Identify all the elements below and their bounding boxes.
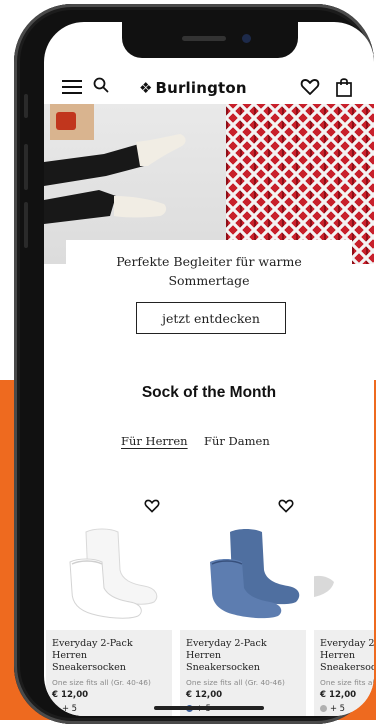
phone-frame: ❖ Burlington Perfekte Begleiter für warm… xyxy=(14,4,374,724)
product-card[interactable]: Everyday 2-Pack Herren Sneakersocken One… xyxy=(46,492,172,716)
product-info: Everyday 2-Pack Herren Sneakersocken One… xyxy=(46,630,172,716)
phone-volume-up xyxy=(24,144,28,190)
product-image xyxy=(180,492,306,628)
wishlist-heart-icon[interactable] xyxy=(300,77,320,97)
hamburger-menu-icon[interactable] xyxy=(62,80,82,94)
favorite-heart-icon[interactable] xyxy=(278,498,294,514)
product-name-line1: Everyday 2-Pack xyxy=(52,638,133,649)
color-swatch[interactable] xyxy=(320,705,327,712)
tab-herren[interactable]: Für Herren xyxy=(121,434,188,448)
phone-notch xyxy=(122,22,298,58)
front-camera xyxy=(242,34,251,43)
promo-box: Perfekte Begleiter für warme Sommertage … xyxy=(66,240,352,360)
search-icon[interactable] xyxy=(92,76,110,94)
product-size: One size fits all (Gr. 40-46) xyxy=(320,678,374,687)
product-name-line1: Everyday 2-Pack xyxy=(320,638,374,649)
product-name-line1: Everyday 2-Pack xyxy=(186,638,267,649)
favorite-heart-icon[interactable] xyxy=(144,498,160,514)
section-title: Sock of the Month xyxy=(141,384,277,401)
brand-name: Burlington xyxy=(155,79,247,97)
site-header: ❖ Burlington xyxy=(44,70,374,106)
product-price: € 12,00 xyxy=(52,690,89,700)
promo-text-line1: Perfekte Begleiter für warme xyxy=(116,254,302,269)
phone-mute-switch xyxy=(24,94,28,118)
product-info: Everyday 2-Pack Herren Sneakersocken One… xyxy=(180,630,306,716)
grey-sneaker-sock-image xyxy=(308,575,334,598)
phone-screen: ❖ Burlington Perfekte Begleiter für warm… xyxy=(44,22,374,716)
color-swatch[interactable] xyxy=(52,705,59,712)
product-image xyxy=(46,492,172,628)
product-size: One size fits all (Gr. 40-46) xyxy=(186,678,285,687)
product-name-line3: Sneakersocken xyxy=(52,662,126,673)
product-name: Everyday 2-Pack Herren Sneakersocken xyxy=(320,638,374,674)
product-card[interactable]: Everyday 2-Pack Herren Sneakersocken One… xyxy=(308,492,374,716)
more-colors-count: + 5 xyxy=(330,703,346,713)
discover-now-button[interactable]: jetzt entdecken xyxy=(136,302,286,334)
shopping-bag-icon[interactable] xyxy=(334,76,354,98)
more-colors-count: + 5 xyxy=(62,703,78,713)
product-carousel: Everyday 2-Pack Herren Sneakersocken One… xyxy=(44,492,374,716)
product-name: Everyday 2-Pack Herren Sneakersocken xyxy=(186,638,302,674)
product-card[interactable]: Everyday 2-Pack Herren Sneakersocken One… xyxy=(180,492,306,716)
brand-logo[interactable]: ❖ Burlington xyxy=(139,77,259,99)
product-name: Everyday 2-Pack Herren Sneakersocken xyxy=(52,638,168,674)
tab-damen[interactable]: Für Damen xyxy=(204,434,270,448)
product-image xyxy=(308,492,374,628)
promo-text-line2: Sommertage xyxy=(168,273,250,288)
product-price: € 12,00 xyxy=(186,690,223,700)
product-name-line2: Herren xyxy=(52,650,88,661)
promo-text: Perfekte Begleiter für warme Sommertage xyxy=(66,252,352,290)
product-size: One size fits all (Gr. 40-46) xyxy=(52,678,151,687)
home-indicator xyxy=(154,706,264,710)
speaker-grille xyxy=(182,36,226,41)
product-name-line2: Herren xyxy=(186,650,222,661)
product-price: € 12,00 xyxy=(320,690,357,700)
gender-tabs: Für Herren Für Damen xyxy=(44,434,374,454)
product-name-line2: Herren xyxy=(320,650,356,661)
brand-mark-icon: ❖ xyxy=(139,79,153,97)
product-name-line3: Sneakersocken xyxy=(320,662,374,673)
product-name-line3: Sneakersocken xyxy=(186,662,260,673)
phone-volume-down xyxy=(24,202,28,248)
product-info: Everyday 2-Pack Herren Sneakersocken One… xyxy=(314,630,374,716)
